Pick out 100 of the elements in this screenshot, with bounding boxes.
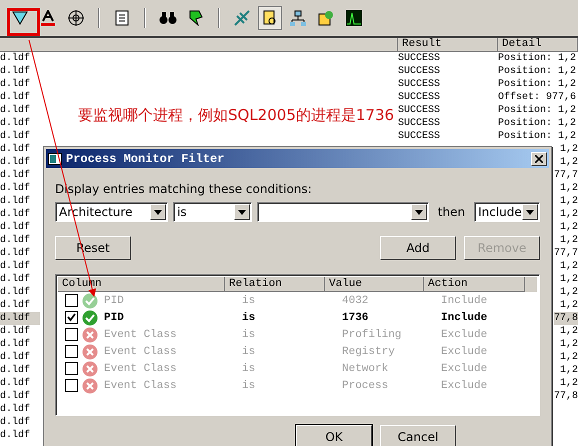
path-cell-text: d.ldf [0, 273, 32, 286]
detail-cell: 1,2 [560, 364, 578, 377]
detail-cell: 77,7 [554, 169, 578, 182]
action-cell-text: Exclude [440, 380, 488, 392]
filter-column-cell-text: Event Class [103, 362, 178, 374]
toolbar-button[interactable] [258, 6, 282, 30]
check-circle-icon [82, 292, 98, 308]
detail-cell: 77,8 [554, 312, 578, 325]
value-cell-text: Network [341, 362, 390, 374]
path-cell-text: d.ldf [0, 403, 32, 416]
detail-cell-text: Offset: 977,6 [498, 91, 578, 104]
cross-circle-icon [82, 360, 98, 376]
dialog-button[interactable]: Cancel [380, 425, 456, 446]
detail-cell-text: Position: 1,2 [498, 117, 578, 130]
jump-arrow-icon [189, 10, 203, 26]
then-label: then [438, 205, 466, 219]
action-dropdown[interactable]: Include [474, 202, 540, 222]
path-cell-text: d.ldf [0, 117, 32, 130]
binoculars-icon [159, 11, 177, 25]
filter-column-cell-text: PID [103, 294, 125, 306]
checkbox[interactable] [65, 345, 78, 358]
path-cell-text: d.ldf [0, 156, 32, 169]
relation-cell-text: is [241, 328, 256, 340]
cross-circle-icon [82, 344, 98, 360]
detail-cell-text: Position: 1,2 [498, 65, 578, 78]
detail-cell: 1,2 [560, 182, 578, 195]
result-cell-text: SUCCESS [398, 104, 442, 117]
cross-circle-icon [82, 378, 98, 394]
filter-icon [12, 11, 28, 25]
detail-cell: 1,2 [560, 143, 578, 156]
detail-cell: 1,2 [560, 286, 578, 299]
check-circle-icon [82, 310, 98, 326]
detail-cell: 1,2 [560, 338, 578, 351]
path-cell-text: d.ldf [0, 429, 32, 442]
relation-cell-text: is [241, 294, 256, 306]
checkbox[interactable] [65, 294, 78, 307]
dropdown-arrow-icon [414, 210, 423, 214]
path-cell-text: d.ldf [0, 325, 32, 338]
filter-column-cell-text: Event Class [103, 380, 178, 392]
value-cell-text: Process [341, 380, 390, 392]
detail-cell: 1,2 [560, 156, 578, 169]
path-cell-text: d.ldf [0, 299, 32, 312]
path-cell-text: d.ldf [0, 195, 32, 208]
filter-column-cell-text: Event Class [103, 346, 178, 358]
path-cell-text: d.ldf [0, 390, 32, 403]
cross-circle-icon [82, 326, 98, 342]
detail-cell: 1,2 [560, 221, 578, 234]
path-cell-text: d.ldf [0, 364, 32, 377]
action-cell-text: Exclude [440, 362, 488, 374]
detail-cell-text: Position: 1,2 [498, 78, 578, 91]
dialog-button[interactable]: Add [380, 236, 456, 260]
path-cell-text: d.ldf [0, 234, 32, 247]
value-cell-text: Profiling [341, 328, 402, 340]
value-cell-text: Registry [341, 346, 396, 358]
detail-cell-text: Position: 1,2 [498, 104, 578, 117]
column-header[interactable]: Relation [225, 277, 325, 292]
result-cell-text: SUCCESS [398, 52, 442, 65]
detail-cell: 1,2 [560, 234, 578, 247]
path-cell-text: d.ldf [0, 78, 32, 91]
close-button[interactable] [531, 152, 547, 166]
checkbox[interactable] [65, 311, 78, 324]
detail-cell: 77,8 [554, 390, 578, 403]
detail-cell-text: Position: 1,2 [498, 130, 578, 143]
action-cell-text: Exclude [440, 346, 488, 358]
value-dropdown[interactable] [256, 202, 429, 222]
dialog-button[interactable]: OK [296, 425, 372, 446]
path-cell-text: d.ldf [0, 65, 32, 78]
network-icon [290, 10, 306, 26]
column-header[interactable]: Detail [498, 38, 578, 52]
path-cell-text: d.ldf [0, 416, 32, 429]
detail-cell: 1,2 [560, 273, 578, 286]
detail-cell-text: Position: 1,2 [498, 52, 578, 65]
detail-cell: 1,2 [560, 195, 578, 208]
path-cell-text: d.ldf [0, 208, 32, 221]
path-cell-text: d.ldf [0, 182, 32, 195]
column-header[interactable]: Result [398, 38, 498, 52]
checkbox[interactable] [65, 362, 78, 375]
graph-icon [346, 10, 362, 26]
relation-dropdown[interactable]: is [173, 202, 252, 222]
value-cell-text: 1736 [341, 312, 370, 324]
path-cell-text: d.ldf [0, 351, 32, 364]
path-cell: d.ldf [0, 312, 40, 325]
action-cell-text: Include [440, 312, 488, 324]
path-cell-text: d.ldf [0, 247, 32, 260]
path-cell-text: d.ldf [0, 104, 32, 117]
column-header[interactable]: Value [325, 277, 424, 292]
path-cell-text: d.ldf [0, 169, 32, 182]
dropdown-arrow-icon [154, 210, 162, 214]
column-header[interactable]: Action [424, 277, 525, 292]
checkbox[interactable] [65, 328, 78, 341]
annotation-text: 要监视哪个进程，例如SQL2005的进程是1736 [78, 106, 394, 125]
column-header[interactable] [0, 38, 398, 52]
highlight-frame [7, 8, 40, 36]
checkbox[interactable] [65, 379, 78, 392]
result-cell-text: SUCCESS [398, 130, 442, 143]
detail-cell: 77,7 [554, 247, 578, 260]
file-icon [262, 10, 278, 26]
crosshair-icon [68, 10, 84, 26]
path-cell-text: d.ldf [0, 143, 32, 156]
detail-cell: 1,2 [560, 377, 578, 390]
